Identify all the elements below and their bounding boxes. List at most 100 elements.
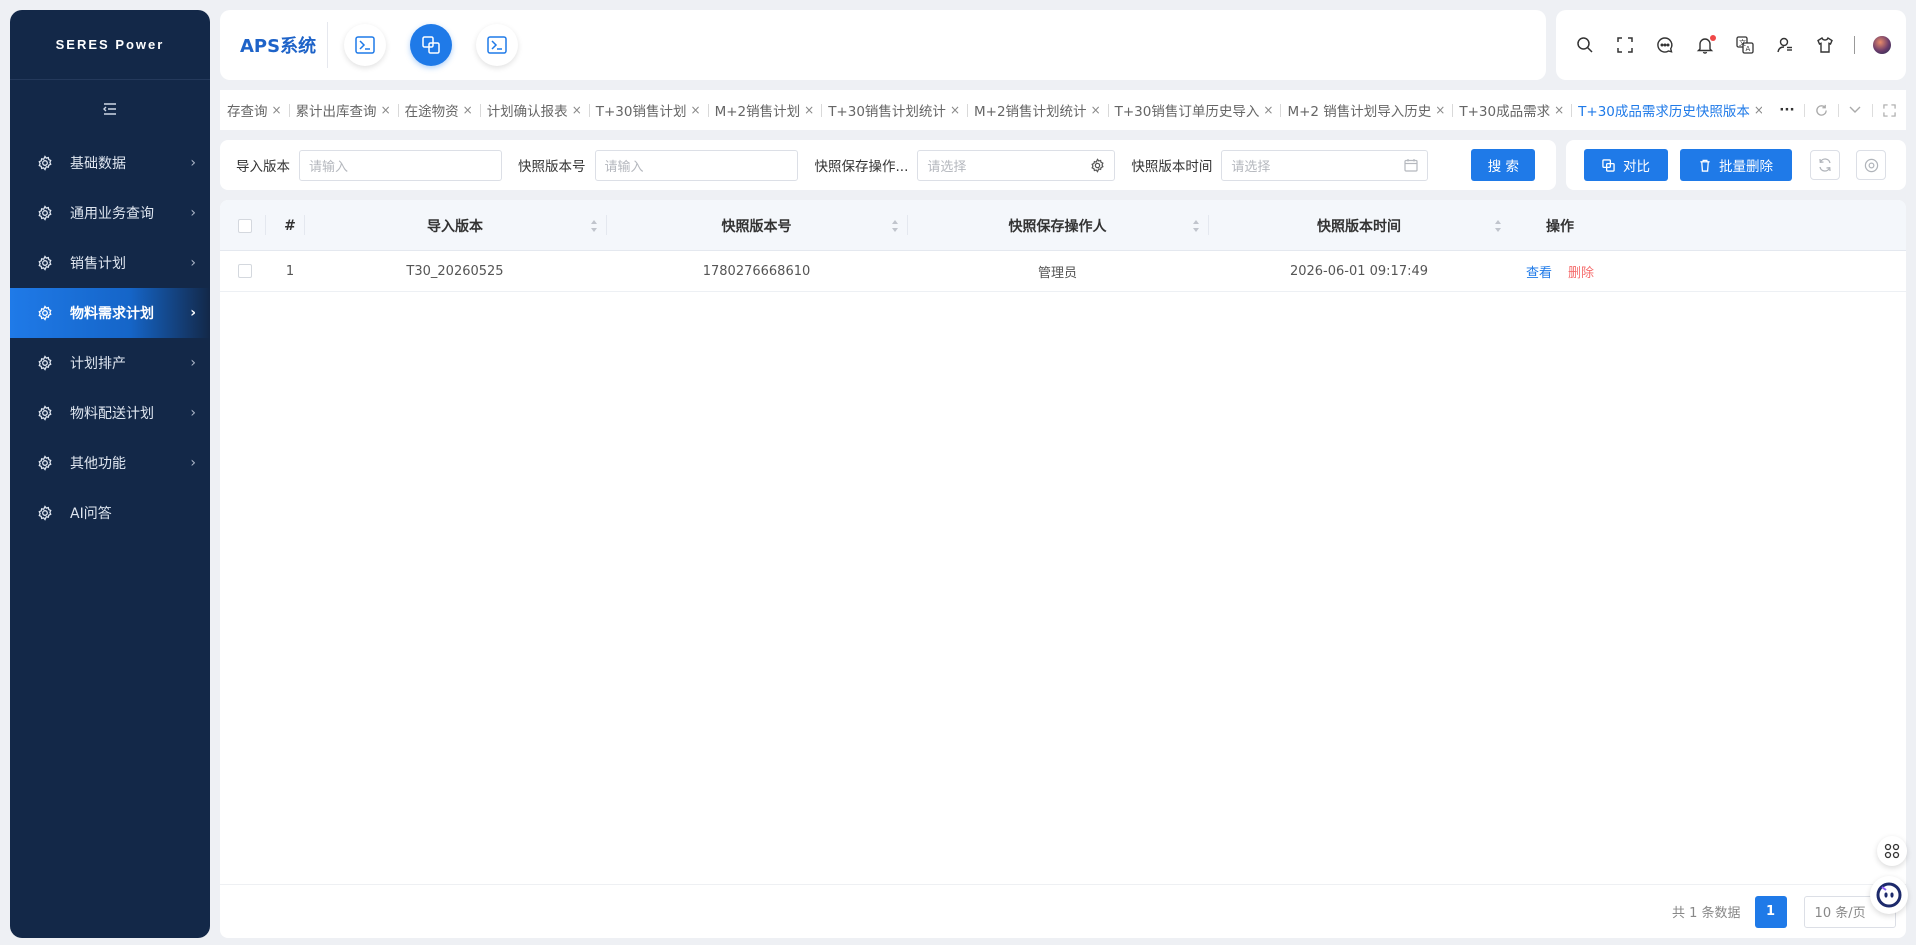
view-link[interactable]: 查看	[1526, 262, 1552, 281]
refresh-icon[interactable]	[1804, 90, 1838, 130]
close-icon[interactable]: ×	[381, 103, 391, 117]
header-divider	[327, 22, 328, 68]
sidebar-item-other[interactable]: 其他功能 ›	[10, 438, 210, 488]
sidebar-item-scheduling[interactable]: 计划排产 ›	[10, 338, 210, 388]
col-label: 快照版本号	[721, 218, 792, 235]
select-all-checkbox[interactable]	[238, 218, 252, 233]
tab-t30-sales-plan[interactable]: T+30销售计划 ×	[588, 90, 708, 130]
tab-t30-order-import-history[interactable]: T+30销售订单历史导入 ×	[1107, 90, 1281, 130]
tab-t30-product-demand[interactable]: T+30成品需求 ×	[1452, 90, 1571, 130]
sort-icon	[892, 220, 898, 232]
top-header: APS系统	[220, 10, 1546, 80]
close-icon[interactable]: ×	[1263, 103, 1273, 117]
user-settings-icon[interactable]	[1774, 34, 1796, 56]
gear-icon	[1090, 157, 1105, 177]
row-select-cell	[220, 251, 270, 291]
sidebar-item-label: 其他功能	[70, 456, 126, 472]
sidebar-item-label: 计划排产	[70, 356, 126, 372]
windows-app-button[interactable]	[410, 24, 452, 66]
search-icon[interactable]	[1574, 34, 1596, 56]
avatar[interactable]	[1873, 36, 1891, 54]
close-icon[interactable]: ×	[272, 103, 282, 117]
sidebar-item-sales-plan[interactable]: 销售计划 ›	[10, 238, 210, 288]
snapshot-no-label: 快照版本号	[518, 159, 586, 175]
maximize-icon[interactable]	[1872, 90, 1906, 130]
placeholder: 请选择	[1231, 159, 1271, 175]
sidebar-item-material-plan[interactable]: 物料需求计划 ›	[10, 288, 210, 338]
import-version-input[interactable]: 请输入	[299, 149, 502, 181]
gear-icon	[36, 404, 54, 422]
tab-in-transit[interactable]: 在途物资 ×	[397, 90, 480, 130]
apps-grid-icon[interactable]	[1877, 836, 1907, 866]
col-operator[interactable]: 快照保存操作人	[907, 200, 1208, 251]
table-header: # 导入版本 快照版本号 快照保存操作人 快照版本时间 操作	[220, 200, 1906, 251]
page-number-1[interactable]: 1	[1754, 895, 1787, 928]
bell-icon[interactable]	[1694, 34, 1716, 56]
tab-plan-confirm-report[interactable]: 计划确认报表 ×	[479, 90, 589, 130]
batch-delete-label: 批量删除	[1719, 159, 1773, 175]
terminal-app-button-2[interactable]	[476, 24, 518, 66]
tab-label: T+30成品需求	[1459, 104, 1551, 120]
gear-icon	[36, 304, 54, 322]
terminal-icon	[355, 36, 375, 54]
sidebar-menu: 基础数据 › 通用业务查询 › 销售计划 › 物料需求计划 › 计划排产 › 物…	[10, 138, 210, 538]
compare-button[interactable]: 对比	[1584, 149, 1668, 181]
close-icon[interactable]: ×	[1091, 103, 1101, 117]
chevron-right-icon: ›	[190, 305, 196, 321]
row-operator: 管理员	[1037, 265, 1077, 281]
tab-label: M+2销售计划	[714, 104, 801, 120]
sidebar-item-ai-qa[interactable]: AI问答	[10, 488, 210, 538]
close-icon[interactable]: ×	[691, 103, 701, 117]
col-import-version[interactable]: 导入版本	[304, 200, 606, 251]
tab-m2-import-history[interactable]: M+2 销售计划导入历史 ×	[1280, 90, 1452, 130]
col-label: 快照版本时间	[1317, 218, 1401, 235]
ai-assistant-icon[interactable]	[1870, 876, 1908, 914]
snapshot-no-input[interactable]: 请输入	[594, 149, 798, 181]
tab-inventory-query[interactable]: 存查询 ×	[220, 90, 289, 130]
col-snapshot-no[interactable]: 快照版本号	[606, 200, 907, 251]
tab-m2-sales-stats[interactable]: M+2销售计划统计 ×	[967, 90, 1108, 130]
tab-t30-sales-stats[interactable]: T+30销售计划统计 ×	[821, 90, 967, 130]
placeholder: 请选择	[927, 159, 967, 175]
terminal-app-button[interactable]	[344, 24, 386, 66]
translate-icon[interactable]: 文A	[1734, 34, 1756, 56]
refresh-table-button[interactable]	[1810, 150, 1840, 180]
shirt-icon[interactable]	[1814, 34, 1836, 56]
close-icon[interactable]: ×	[1554, 103, 1564, 117]
sidebar-item-basic-data[interactable]: 基础数据 ›	[10, 138, 210, 188]
tab-m2-sales-plan[interactable]: M+2销售计划 ×	[707, 90, 822, 130]
close-icon[interactable]: ×	[950, 103, 960, 117]
close-icon[interactable]: ×	[463, 103, 473, 117]
chevron-down-icon[interactable]	[1838, 90, 1872, 130]
fullscreen-icon[interactable]	[1614, 34, 1636, 56]
sidebar-item-label: 物料需求计划	[70, 306, 154, 322]
close-icon[interactable]: ×	[804, 103, 814, 117]
row-checkbox[interactable]	[238, 264, 252, 278]
tab-label: M+2销售计划统计	[974, 104, 1087, 120]
col-snapshot-time[interactable]: 快照版本时间	[1208, 200, 1510, 251]
column-settings-button[interactable]	[1856, 150, 1886, 180]
row-actions: 查看 删除	[1510, 251, 1610, 291]
sidebar-item-general-query[interactable]: 通用业务查询 ›	[10, 188, 210, 238]
close-icon[interactable]: ×	[572, 103, 582, 117]
sidebar-item-delivery-plan[interactable]: 物料配送计划 ›	[10, 388, 210, 438]
collapse-menu-icon[interactable]	[10, 80, 210, 138]
sidebar-item-label: AI问答	[70, 506, 112, 522]
pagination-total: 共 1 条数据	[1672, 906, 1741, 921]
more-tabs-icon[interactable]: ···	[1770, 90, 1804, 130]
action-bar: 对比 批量删除	[1566, 140, 1906, 190]
chat-icon[interactable]	[1654, 34, 1676, 56]
tab-t30-demand-snapshot[interactable]: T+30成品需求历史快照版本 ×	[1571, 90, 1771, 130]
sidebar-item-label: 物料配送计划	[70, 406, 154, 422]
search-button[interactable]: 搜 索	[1471, 149, 1536, 181]
gear-icon	[36, 154, 54, 172]
delete-link[interactable]: 删除	[1568, 262, 1594, 281]
placeholder: 请输入	[309, 159, 349, 175]
tab-cumulative-outbound[interactable]: 累计出库查询 ×	[288, 90, 398, 130]
batch-delete-button[interactable]: 批量删除	[1680, 149, 1792, 181]
close-icon[interactable]: ×	[1435, 103, 1445, 117]
snapshot-time-picker[interactable]: 请选择	[1221, 149, 1429, 181]
operator-select[interactable]: 请选择	[917, 149, 1116, 181]
filter-bar: 导入版本 请输入 快照版本号 请输入 快照保存操作... 请选择 快照版本时间 …	[220, 140, 1556, 190]
notification-dot	[1710, 35, 1716, 41]
